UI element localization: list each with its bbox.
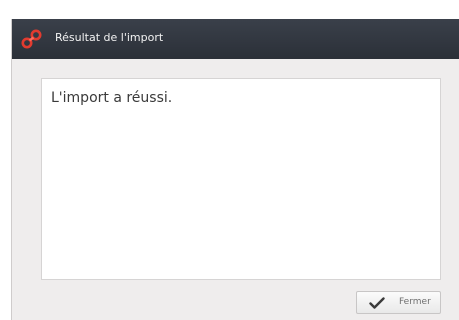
import-result-dialog: Résultat de l'import L'import a réussi. …	[11, 19, 459, 320]
close-button-label: Fermer	[399, 297, 431, 307]
link-chain-icon	[21, 29, 42, 49]
close-button[interactable]: Fermer	[356, 291, 441, 314]
result-message: L'import a réussi.	[51, 90, 173, 106]
message-area: L'import a réussi.	[41, 78, 441, 280]
checkmark-icon	[369, 297, 385, 309]
title-bar: Résultat de l'import	[12, 19, 459, 59]
window-title: Résultat de l'import	[55, 31, 164, 44]
